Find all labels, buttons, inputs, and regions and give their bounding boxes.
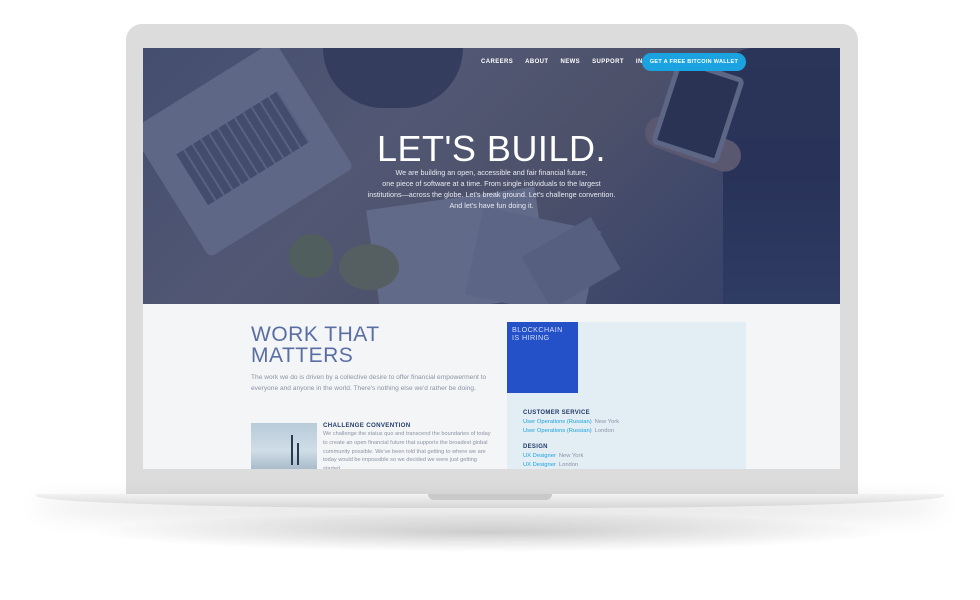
hiring-badge-line: IS HIRING — [512, 333, 550, 342]
laptop-notch — [428, 494, 552, 500]
job-location: New York — [594, 419, 620, 425]
job-section-design: DESIGN UX Designer New York UX Designer Lo… — [523, 444, 583, 469]
feature-title: CHALLENGE CONVENTION — [323, 422, 411, 429]
work-title: WORK THAT MATTERS — [251, 324, 487, 366]
job-row: User Operations (Russian) New York — [523, 418, 619, 427]
job-link[interactable]: UX Designer — [523, 453, 556, 459]
job-section-heading: CUSTOMER SERVICE — [523, 410, 590, 416]
job-row: UX Designer London — [523, 461, 583, 469]
hero-banner: CAREERS ABOUT NEWS SUPPORT INFO GET A FR… — [143, 48, 840, 304]
job-link[interactable]: User Operations (Russian) — [523, 428, 592, 434]
job-row: UX Designer New York — [523, 452, 583, 461]
laptop-screen: CAREERS ABOUT NEWS SUPPORT INFO GET A FR… — [143, 48, 840, 469]
job-link[interactable]: User Operations (Russian) — [523, 419, 592, 425]
laptop-shadow — [90, 512, 890, 552]
work-title-line: MATTERS — [251, 344, 354, 367]
job-link[interactable]: UX Designer — [523, 462, 556, 468]
job-row: User Operations (Russian) London — [523, 427, 619, 436]
top-nav: CAREERS ABOUT NEWS SUPPORT INFO — [481, 59, 652, 65]
get-wallet-button[interactable]: GET A FREE BITCOIN WALLET — [642, 53, 746, 71]
feature-text: We challenge the status quo and transcen… — [323, 431, 491, 469]
jobs-panel: BLOCKCHAIN IS HIRING CUSTOMER SERVICE Us… — [507, 322, 746, 469]
feature-image-detail — [291, 435, 293, 465]
job-location: London — [594, 427, 614, 434]
hiring-badge: BLOCKCHAIN IS HIRING — [507, 322, 578, 393]
nav-careers[interactable]: CAREERS — [481, 59, 513, 65]
job-location: London — [558, 461, 579, 468]
hero-text: We are building an open, accessible and … — [143, 167, 840, 211]
work-title-line: WORK THAT — [251, 323, 380, 346]
work-section: WORK THAT MATTERS The work we do is driv… — [251, 324, 487, 394]
nav-support[interactable]: SUPPORT — [592, 59, 624, 65]
nav-news[interactable]: NEWS — [560, 59, 580, 65]
hero-text-line: We are building an open, accessible and … — [395, 168, 588, 177]
work-text: The work we do is driven by a collective… — [251, 374, 487, 392]
feature-image-detail — [297, 443, 299, 465]
job-section-heading: DESIGN — [523, 444, 548, 450]
hero-title: LET'S BUILD. — [377, 128, 606, 169]
feature-image — [251, 423, 317, 469]
nav-about[interactable]: ABOUT — [525, 59, 548, 65]
hero-text-line: institutions—across the globe. Let's bre… — [367, 190, 616, 199]
hero-text-line: one piece of software at a time. From si… — [382, 179, 601, 188]
hero-text-line: And let's have fun doing it. — [449, 201, 534, 210]
job-location: New York — [558, 453, 584, 459]
job-section-customer-service: CUSTOMER SERVICE User Operations (Russia… — [523, 410, 619, 435]
